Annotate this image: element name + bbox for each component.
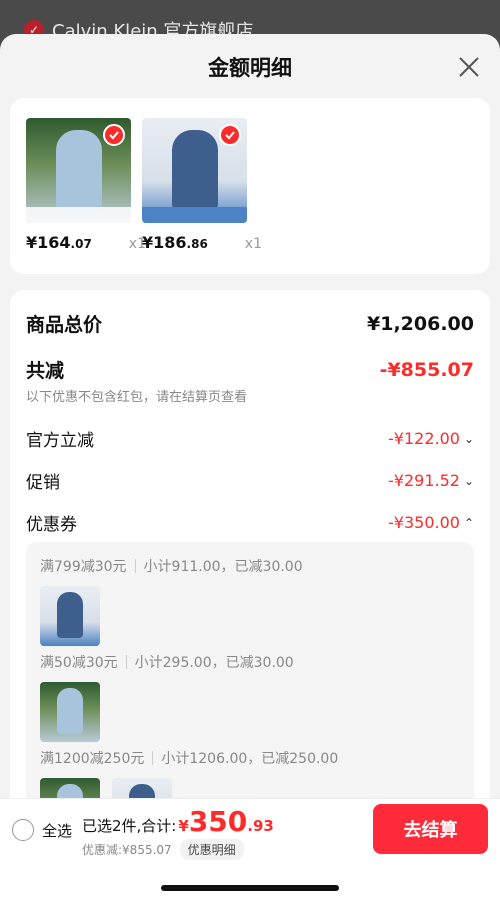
check-icon [103,124,125,146]
product-image [142,118,247,223]
home-indicator [161,885,339,891]
total-price-row: 商品总价 ¥1,206.00 [26,310,474,337]
coupon-value: -¥350.00 [388,513,460,532]
coupon-product-thumb [40,586,100,646]
total-reduction-label: 共减 [26,360,65,382]
close-icon [459,57,479,77]
chevron-down-icon: ⌄ [463,473,474,488]
promotion-label: 促销 [26,473,60,493]
promotion-value: -¥291.52 [388,471,460,490]
price-breakdown-card: 商品总价 ¥1,206.00 共减 -¥855.07 以下优惠不包含红包，请在结… [10,290,490,850]
coupon-rule-line: 满799减30元 小计911.00，已减30.00 [40,559,303,575]
checkout-button[interactable]: 去结算 [373,804,488,854]
reduction-note: 以下优惠不包含红包，请在结算页查看 [26,390,248,405]
total-amount: ¥350.93 [178,805,274,838]
amount-detail-sheet: 金额明细 ¥164.07 x1 ¥186.86 x1 商品总价 ¥1,206.0… [0,34,500,902]
official-discount-label: 官方立减 [26,431,94,451]
total-price-value: ¥1,206.00 [367,312,474,335]
discount-detail-link[interactable]: 优惠明细 [179,839,244,860]
select-all-toggle[interactable]: 全选 [12,819,72,841]
coupon-product-thumb [40,682,100,742]
selected-count-text: 已选2件,合计: [82,817,177,835]
total-reduction-value: -¥855.07 [379,358,474,381]
total-reduction-row: 共减 -¥855.07 [26,356,474,383]
coupon-row[interactable]: 优惠券 -¥350.00 ⌃ [26,510,474,535]
discount-summary: 优惠减:¥855.07 优惠明细 [82,839,244,860]
selected-products-card: ¥164.07 x1 ¥186.86 x1 [10,98,490,274]
product-quantity: x1 [244,236,262,252]
chevron-up-icon: ⌃ [463,515,474,530]
official-discount-row[interactable]: 官方立减 -¥122.00 ⌄ [26,426,474,451]
coupon-label: 优惠券 [26,515,77,535]
order-summary: 已选2件,合计: ¥350.93 [82,805,274,838]
checkout-bar: 全选 已选2件,合计: ¥350.93 优惠减:¥855.07 优惠明细 去结算 [0,798,500,902]
total-price-label: 商品总价 [26,314,103,336]
promotion-row[interactable]: 促销 -¥291.52 ⌄ [26,468,474,493]
close-button[interactable] [456,54,482,80]
coupon-rule-line: 满50减30元 小计295.00，已减30.00 [40,655,294,671]
product-image [26,118,131,223]
product-price: ¥164.07 [26,233,92,252]
chevron-down-icon: ⌄ [463,431,474,446]
coupon-rule-line: 满1200减250元 小计1206.00，已减250.00 [40,751,339,767]
sheet-title: 金额明细 [208,56,292,80]
check-icon [219,124,241,146]
discount-text: 优惠减:¥855.07 [82,843,172,857]
product-item[interactable]: ¥164.07 x1 [26,118,146,252]
select-all-radio[interactable] [12,819,34,841]
select-all-label: 全选 [42,821,73,840]
official-discount-value: -¥122.00 [388,429,460,448]
product-price: ¥186.86 [142,233,208,252]
product-item[interactable]: ¥186.86 x1 [142,118,262,252]
coupon-detail-panel: 满799减30元 小计911.00，已减30.00 满50减30元 小计295.00… [26,542,474,832]
